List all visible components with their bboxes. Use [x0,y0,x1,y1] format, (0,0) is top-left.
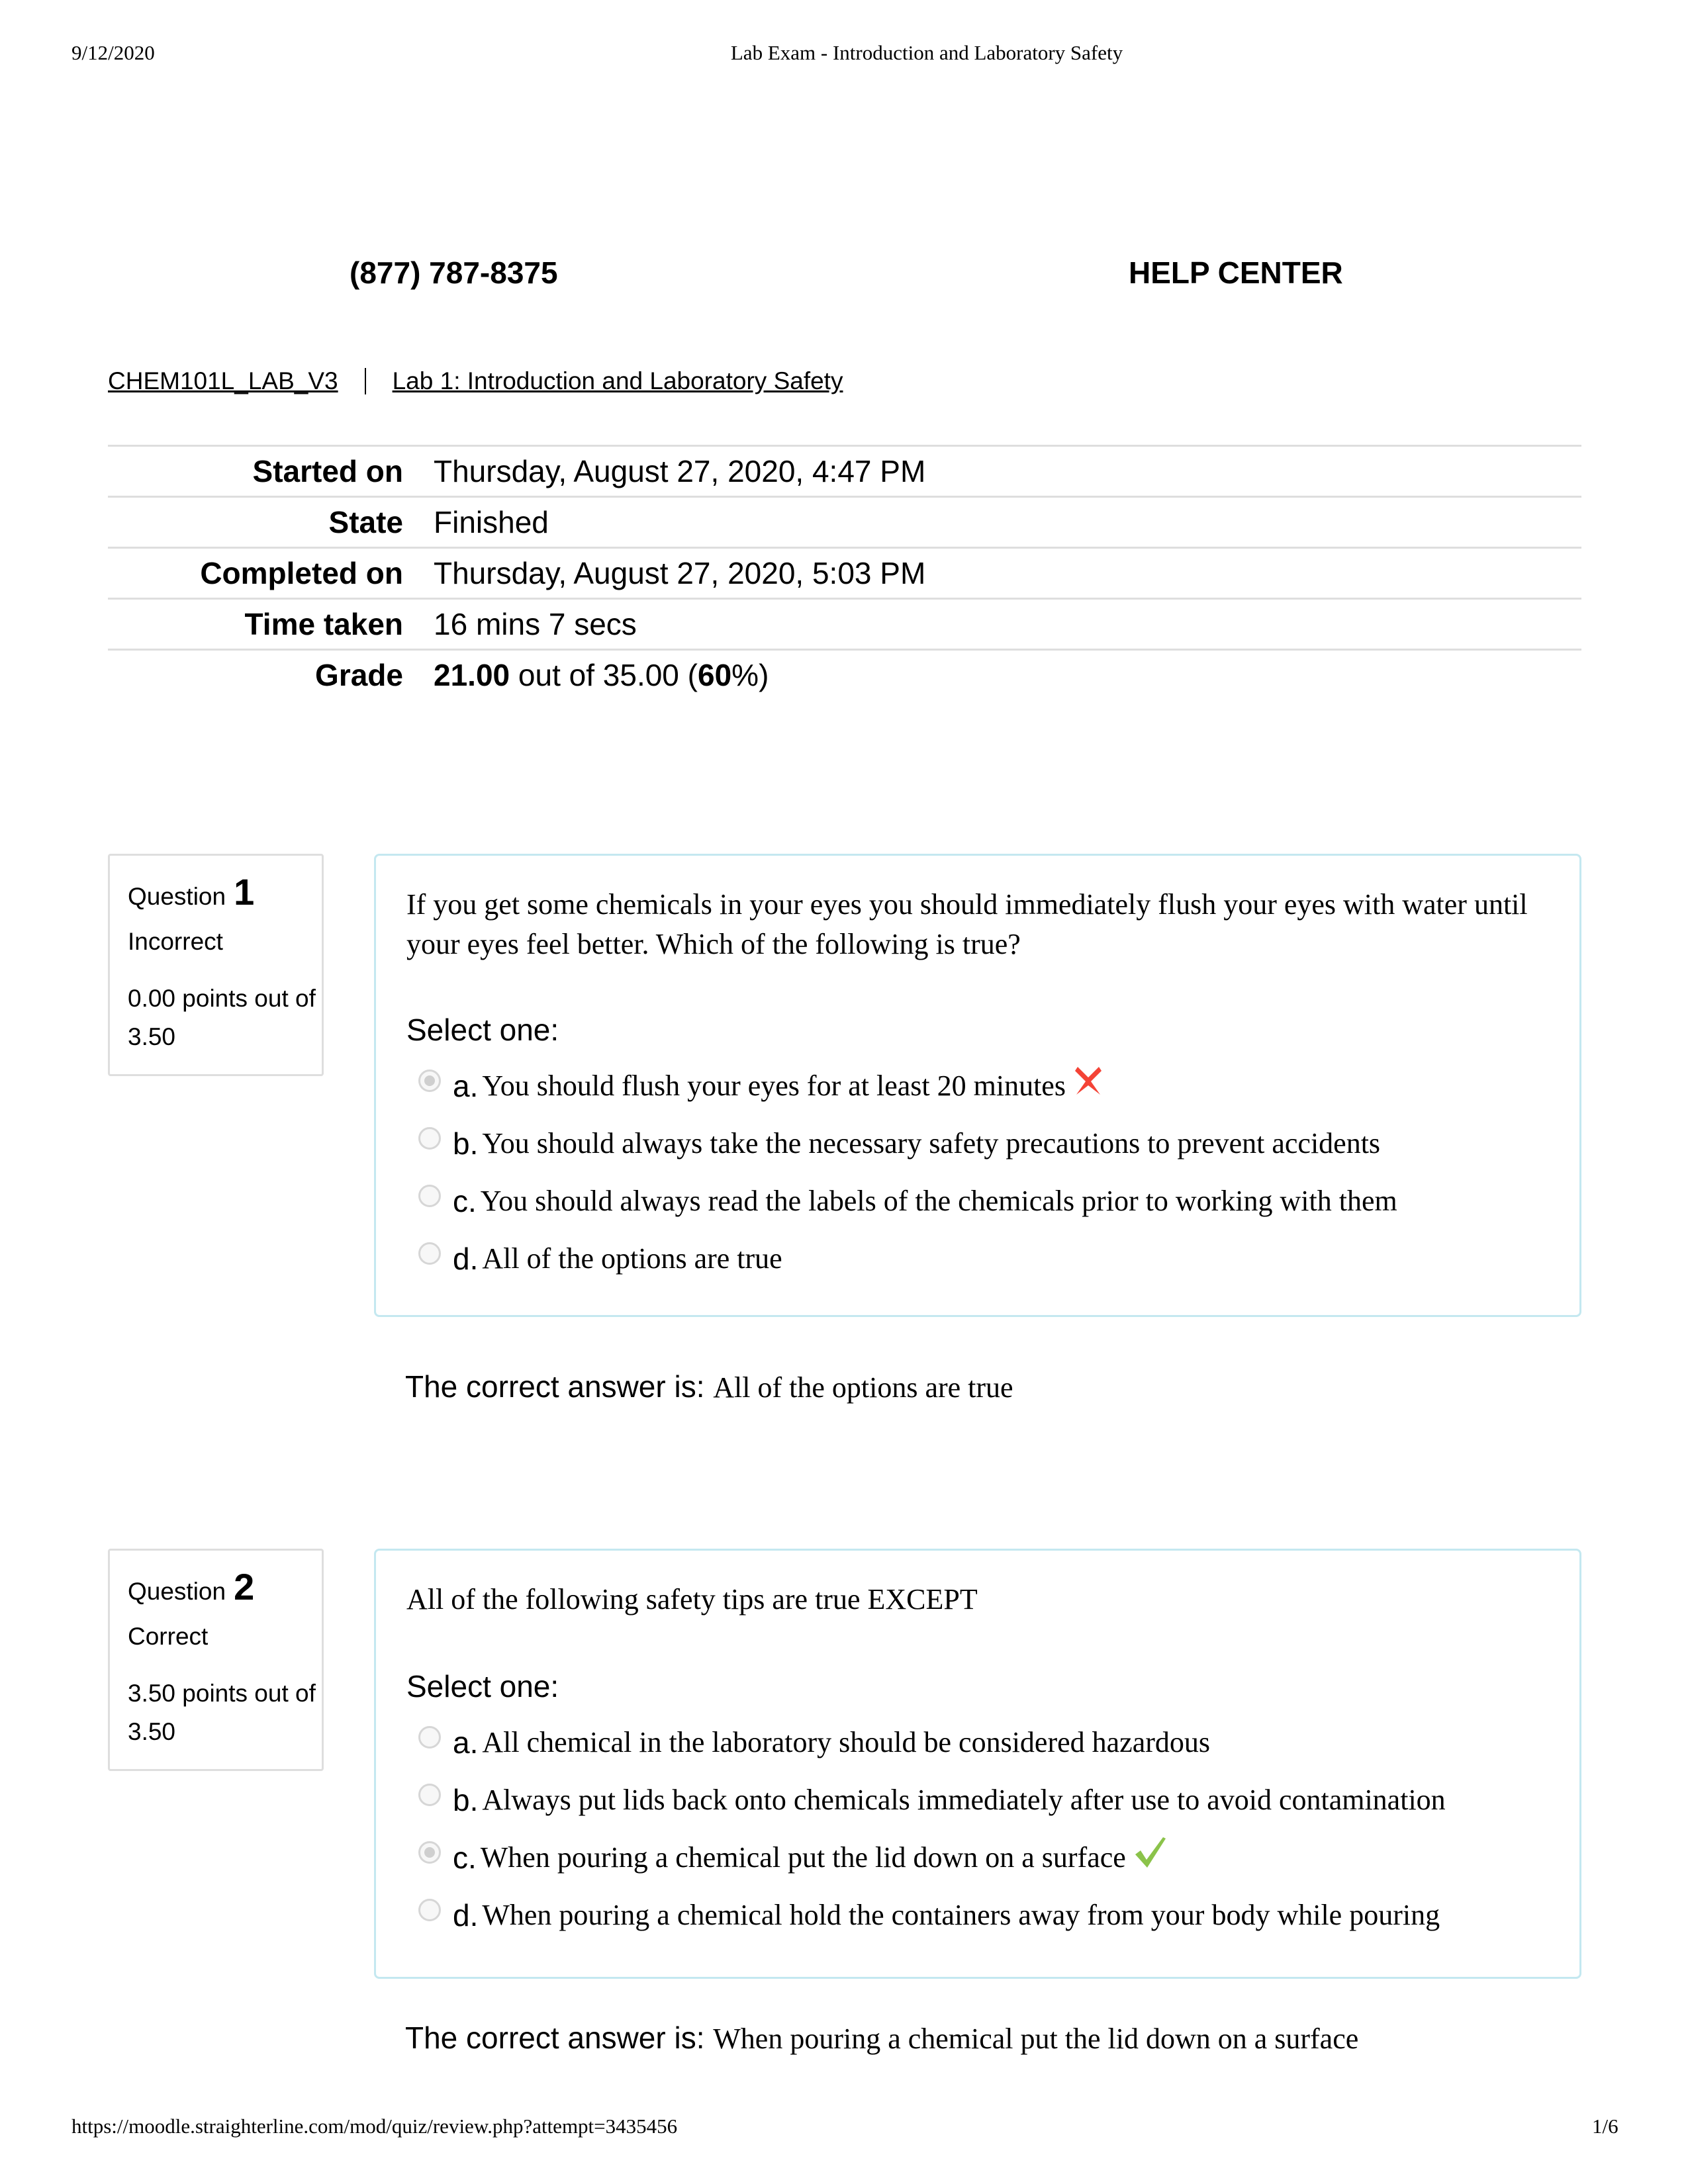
answer-letter: b. [453,1782,479,1817]
summary-row-grade: Grade 21.00 out of 35.00 (60%) [108,649,1581,700]
grade-percent: 60 [698,658,732,692]
question-state: Incorrect [128,928,223,955]
question-grade: 0.00 points out of 3.50 [128,985,316,1050]
attempt-summary-table: Started on Thursday, August 27, 2020, 4:… [108,445,1581,700]
breadcrumb-lab-link[interactable]: Lab 1: Introduction and Laboratory Safet… [393,367,843,395]
print-title: Lab Exam - Introduction and Laboratory S… [730,41,1123,64]
answer-letter: a. [453,1068,479,1103]
summary-value: Thursday, August 27, 2020, 5:03 PM [434,556,926,590]
question-number-value: 1 [234,871,255,913]
grade-suffix: %) [731,658,769,692]
answer-text: When pouring a chemical hold the contain… [482,1899,1440,1931]
answer-letter: d. [453,1897,479,1933]
answer-letter: b. [453,1126,479,1161]
breadcrumb-separator [364,368,366,394]
summary-value: Thursday, August 27, 2020, 4:47 PM [434,454,926,488]
page-number: 1/6 [1592,2115,1618,2138]
radio-button-selected[interactable] [418,1841,441,1864]
summary-row-started: Started on Thursday, August 27, 2020, 4:… [108,445,1581,496]
summary-label: State [328,505,403,539]
summary-value: Finished [434,505,549,539]
question-content: If you get some chemicals in your eyes y… [374,854,1581,1317]
question-info: Question 1 Incorrect 0.00 points out of … [108,854,324,1076]
correct-icon [1134,1836,1167,1876]
radio-button[interactable] [418,1184,441,1207]
grade-out-of: out of 35.00 ( [510,658,698,692]
radio-button-selected[interactable] [418,1069,441,1092]
summary-label: Started on [252,454,403,488]
summary-label: Time taken [244,607,403,641]
answer-letter: c. [453,1183,477,1218]
summary-value: 16 mins 7 secs [434,607,637,641]
correct-answer-feedback: The correct answer is: When pouring a ch… [405,2020,1358,2056]
answer-list: a. You should flush your eyes for at lea… [406,1057,1579,1287]
correct-answer-value: When pouring a chemical put the lid down… [713,2023,1359,2055]
radio-button[interactable] [418,1126,441,1150]
answer-text: You should flush your eyes for at least … [482,1069,1066,1102]
answer-text: All of the options are true [482,1242,782,1275]
question-number: Question 2 [128,1565,322,1608]
answer-option[interactable]: a. You should flush your eyes for at lea… [406,1057,1579,1115]
page-url: https://moodle.straighterline.com/mod/qu… [71,2115,678,2138]
summary-row-completed: Completed on Thursday, August 27, 2020, … [108,547,1581,598]
question-state: Correct [128,1623,209,1650]
answer-option[interactable]: c. You should always read the labels of … [406,1172,1579,1230]
answer-text: Always put lids back onto chemicals imme… [482,1784,1446,1816]
print-header: 9/12/2020 Lab Exam - Introduction and La… [0,41,1688,68]
answer-option[interactable]: c. When pouring a chemical put the lid d… [406,1829,1579,1886]
answer-text: You should always read the labels of the… [480,1185,1397,1217]
correct-answer-feedback: The correct answer is: All of the option… [405,1369,1013,1404]
radio-button[interactable] [418,1725,441,1749]
answer-list: a. All chemical in the laboratory should… [406,1713,1579,1944]
radio-button[interactable] [418,1898,441,1921]
radio-button[interactable] [418,1242,441,1265]
answer-letter: a. [453,1725,479,1760]
breadcrumb: CHEM101L_LAB_V3 Lab 1: Introduction and … [108,367,843,395]
select-one-prompt: Select one: [406,1669,559,1704]
question-text: All of the following safety tips are tru… [406,1583,978,1615]
question-label: Question [128,1578,226,1605]
answer-text: When pouring a chemical put the lid down… [480,1841,1126,1874]
summary-label: Completed on [200,556,403,590]
summary-row-state: State Finished [108,496,1581,547]
answer-option[interactable]: b. You should always take the necessary … [406,1115,1579,1172]
question-number: Question 1 [128,870,322,913]
answer-text: You should always take the necessary saf… [482,1127,1381,1160]
summary-row-time-taken: Time taken 16 mins 7 secs [108,598,1581,649]
answer-letter: c. [453,1840,477,1875]
answer-option[interactable]: d. All of the options are true [406,1230,1579,1287]
answer-text: All chemical in the laboratory should be… [482,1726,1211,1758]
help-center-link[interactable]: HELP CENTER [1129,255,1343,291]
correct-answer-label: The correct answer is: [405,1369,714,1404]
question-info: Question 2 Correct 3.50 points out of 3.… [108,1549,324,1771]
correct-answer-label: The correct answer is: [405,2021,714,2055]
answer-option[interactable]: a. All chemical in the laboratory should… [406,1713,1579,1771]
phone-number-link[interactable]: (877) 787-8375 [350,255,558,291]
answer-letter: d. [453,1241,479,1276]
question-label: Question [128,883,226,910]
question-content: All of the following safety tips are tru… [374,1549,1581,1979]
answer-option[interactable]: b. Always put lids back onto chemicals i… [406,1771,1579,1829]
correct-answer-value: All of the options are true [713,1371,1013,1404]
grade-score: 21.00 [434,658,510,692]
breadcrumb-course-link[interactable]: CHEM101L_LAB_V3 [108,367,338,395]
question-number-value: 2 [234,1566,255,1608]
answer-option[interactable]: d. When pouring a chemical hold the cont… [406,1886,1579,1944]
select-one-prompt: Select one: [406,1013,559,1047]
question-grade: 3.50 points out of 3.50 [128,1680,316,1745]
summary-label: Grade [315,658,403,692]
incorrect-icon [1074,1066,1103,1103]
grade-value: 21.00 out of 35.00 (60%) [403,657,769,693]
question-text: If you get some chemicals in your eyes y… [406,888,1528,960]
radio-button[interactable] [418,1783,441,1806]
